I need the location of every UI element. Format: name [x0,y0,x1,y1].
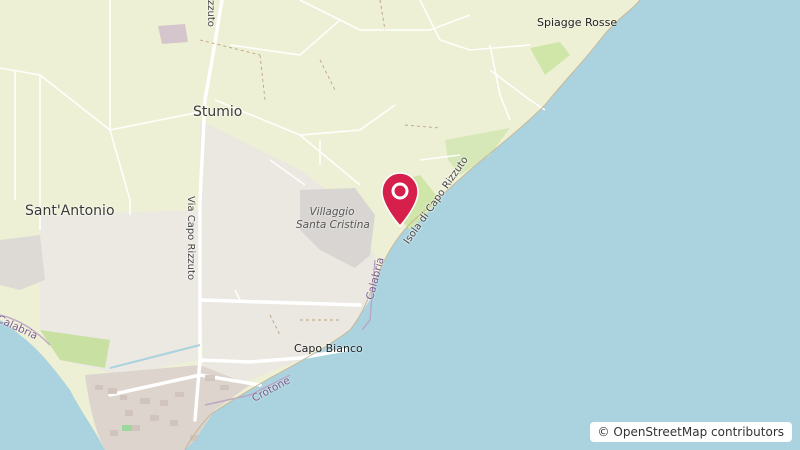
location-pin-icon[interactable] [376,170,424,228]
sant-antonio-built [0,235,45,290]
label-stumio: Stumio [193,104,243,120]
attribution-link[interactable]: OpenStreetMap contributors [613,425,784,439]
copyright-symbol: © [597,425,610,439]
attribution-bar: © OpenStreetMap contributors [589,422,792,442]
label-sant-antonio: Sant'Antonio [25,203,115,219]
label-villaggio-santa-cristina: Villaggio Santa Cristina [296,206,370,232]
sports-field [122,425,132,431]
label-capo-bianco: Capo Bianco [294,342,363,355]
label-spiagge-rosse: Spiagge Rosse [537,16,618,29]
label-villaggio-line1: Villaggio [309,206,355,218]
map-view[interactable]: Stumio Sant'Antonio Spiagge Rosse Villag… [0,0,800,450]
label-villaggio-line2: Santa Cristina [296,219,370,231]
label-via-capo-rizzuto: Via Capo Rizzuto [185,196,196,281]
top-building [158,24,188,44]
label-road-top: zzuto [205,0,216,27]
